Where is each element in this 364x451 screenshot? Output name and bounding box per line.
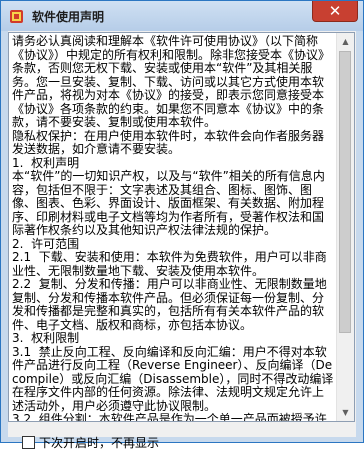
- title-bar[interactable]: 软件使用声明 ✕: [1, 1, 363, 31]
- scroll-up-arrow-icon[interactable]: ▲: [337, 33, 354, 50]
- agreement-paragraph: 2.1 下载、安装和使用：本软件为免费软件，用户可以非商业性、无限制数量地下载、…: [12, 250, 327, 278]
- agreement-text: 请务必认真阅读和理解本《软件许可使用协议》（以下简称《协议》）中规定的所有权利和…: [12, 34, 334, 422]
- scroll-down-arrow-icon[interactable]: ▼: [337, 404, 354, 421]
- close-icon: ✕: [328, 1, 342, 20]
- close-button[interactable]: ✕: [312, 1, 358, 22]
- window-title: 软件使用声明: [32, 9, 105, 24]
- agreement-textbox[interactable]: 请务必认真阅读和理解本《软件许可使用协议》（以下简称《协议》）中规定的所有权利和…: [8, 32, 355, 422]
- app-icon: [9, 9, 24, 24]
- agreement-paragraph: 请务必认真阅读和理解本《软件许可使用协议》（以下简称《协议》）中规定的所有权利和…: [12, 34, 331, 129]
- agreement-paragraph: 隐私权保护：在用户使用本软件时，本软件会向作者服务器发送数据，如介意请不要安装。: [12, 128, 325, 156]
- license-dialog: 软件使用声明 ✕ 请务必认真阅读和理解本《软件许可使用协议》（以下简称《协议》）…: [0, 0, 364, 450]
- agreement-paragraph: 3. 权利限制: [12, 331, 80, 345]
- dialog-content: 请务必认真阅读和理解本《软件许可使用协议》（以下简称《协议》）中规定的所有权利和…: [8, 31, 356, 450]
- agreement-paragraph: 3.2 组件分割：本软件产品是作为一个单一产品而被授予许可: [12, 412, 327, 422]
- agreement-paragraph: 本“软件”的一切知识产权，以及与“软件”相关的所有信息内容，包括但不限于：文字表…: [12, 169, 325, 237]
- agreement-paragraph: 2.2 复制、分发和传播：用户可以非商业性、无限制数量地复制、分发和传播本软件产…: [12, 277, 327, 332]
- vertical-scrollbar[interactable]: ▲ ▼: [336, 33, 354, 421]
- agreement-paragraph: 3.1 禁止反向工程、反向编译和反向汇编：用户不得对本软件产品进行反向工程（Re…: [12, 344, 334, 413]
- agreement-paragraph: 1. 权利声明: [12, 155, 80, 170]
- scrollbar-thumb[interactable]: [339, 51, 351, 333]
- agreement-paragraph: 2. 许可范围: [12, 236, 80, 251]
